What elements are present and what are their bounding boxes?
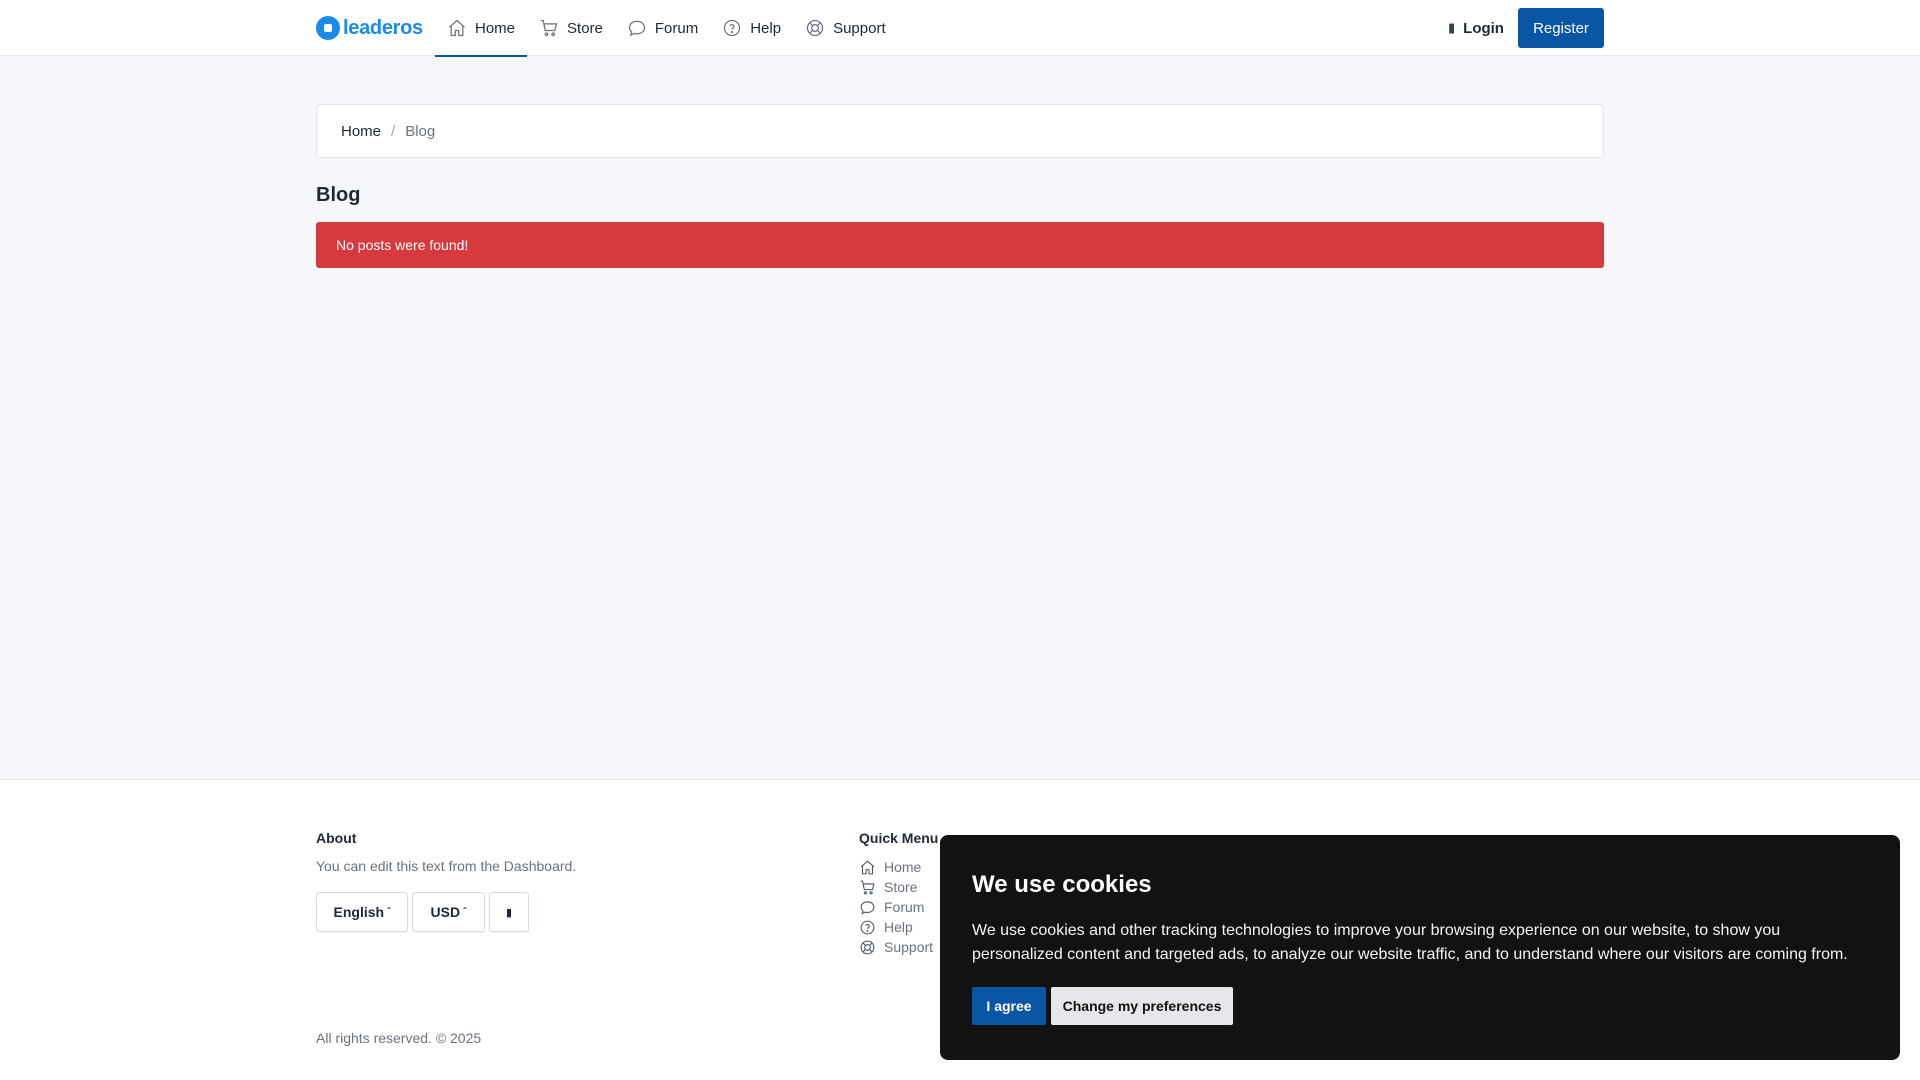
home-icon: [860, 859, 875, 874]
currency-select[interactable]: USD ˆ: [412, 892, 485, 932]
quick-menu-label: Store: [884, 879, 918, 895]
footer-about-title: About: [316, 830, 357, 846]
main-nav: Home Store Forum Help Support: [435, 0, 898, 57]
nav-item-label: Support: [833, 19, 886, 37]
cookie-consent-banner: We use cookies We use cookies and other …: [940, 835, 1900, 1060]
chevron-up-icon: ˆ: [463, 906, 467, 918]
logo-text: leaderos: [343, 16, 423, 39]
quick-menu-label: Support: [884, 939, 934, 955]
nav-item-label: Home: [475, 19, 516, 37]
currency-value: USD: [430, 904, 461, 920]
breadcrumb-current: Blog: [405, 122, 436, 140]
language-select[interactable]: English ˆ: [316, 892, 408, 932]
login-icon: ▮: [1448, 20, 1456, 35]
quick-menu-label: Forum: [884, 899, 925, 915]
nav-item-home[interactable]: Home: [435, 0, 528, 57]
nav-item-label: Forum: [654, 19, 699, 37]
cookie-agree-button[interactable]: I agree: [972, 987, 1046, 1025]
cookie-preferences-button[interactable]: Change my preferences: [1051, 987, 1233, 1025]
no-posts-alert: No posts were found!: [316, 222, 1604, 268]
question-circle-icon: [860, 920, 875, 934]
page-title: Blog: [316, 184, 361, 206]
nav-item-store[interactable]: Store: [527, 0, 615, 56]
nav-item-forum[interactable]: Forum: [615, 0, 710, 56]
lifebuoy-icon: [860, 940, 875, 954]
lifebuoy-icon: [806, 19, 824, 37]
language-value: English: [333, 904, 385, 920]
chat-bubble-icon: [860, 900, 875, 914]
home-icon: [449, 19, 465, 37]
footer-quick-menu-title: Quick Menu: [859, 830, 939, 846]
login-label: Login: [1463, 19, 1504, 37]
logo-mark-icon: [316, 16, 340, 40]
breadcrumb: Home / Blog: [316, 104, 1604, 158]
quick-menu-item-forum[interactable]: Forum: [859, 897, 933, 917]
quick-menu-label: Home: [884, 859, 922, 875]
nav-item-label: Help: [750, 19, 782, 37]
footer-about-text: You can edit this text from the Dashboar…: [316, 858, 577, 874]
theme-toggle-icon: ▮: [505, 906, 513, 919]
quick-menu-label: Help: [884, 919, 913, 935]
register-button[interactable]: Register: [1518, 8, 1604, 48]
quick-menu-item-store[interactable]: Store: [859, 877, 933, 897]
breadcrumb-home-link[interactable]: Home: [341, 123, 381, 140]
quick-menu-item-home[interactable]: Home: [859, 857, 933, 877]
login-link[interactable]: ▮ Login: [1448, 17, 1504, 39]
cart-icon: [540, 19, 558, 37]
nav-item-label: Store: [567, 19, 603, 37]
nav-item-support[interactable]: Support: [793, 0, 898, 56]
site-logo[interactable]: leaderos: [316, 15, 423, 41]
nav-item-help[interactable]: Help: [710, 0, 793, 56]
top-navbar: leaderos Home Store Forum Help Support ▮…: [0, 0, 1920, 57]
chevron-up-icon: ˆ: [387, 906, 391, 918]
cart-icon: [860, 880, 875, 894]
quick-menu-item-support[interactable]: Support: [859, 937, 933, 957]
chat-bubble-icon: [628, 20, 646, 37]
quick-menu-item-help[interactable]: Help: [859, 917, 933, 937]
cookie-text: We use cookies and other tracking techno…: [972, 922, 1848, 963]
cookie-title: We use cookies: [972, 871, 1152, 898]
theme-toggle-button[interactable]: ▮: [489, 892, 529, 932]
quick-menu-list: Home Store Forum Help Support: [859, 857, 933, 957]
copyright-text: All rights reserved. © 2025: [316, 1030, 482, 1046]
breadcrumb-separator: /: [391, 122, 396, 140]
question-circle-icon: [724, 19, 741, 37]
